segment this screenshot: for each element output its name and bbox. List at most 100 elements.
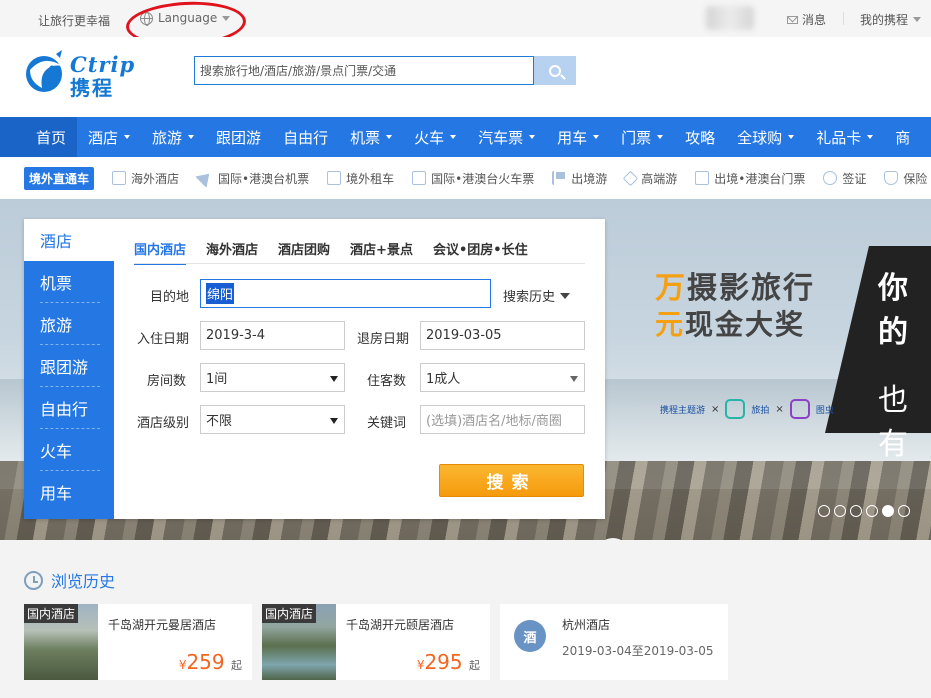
messages-link[interactable]: 消息	[787, 11, 826, 28]
sub-nav-item[interactable]: 出境•港澳台门票	[695, 170, 805, 187]
sub-nav-label: 国际•港澳台火车票	[431, 171, 535, 186]
brand-tuchong: 图虫	[815, 405, 834, 416]
hotel-name: 千岛湖开元曼居酒店	[108, 618, 217, 632]
carousel-dot[interactable]	[898, 505, 910, 517]
side-tab[interactable]: 酒店	[24, 219, 114, 261]
flag-icon	[552, 171, 567, 185]
chevron-down-icon	[560, 292, 571, 299]
side-tab[interactable]: 火车	[24, 429, 114, 471]
hotel-tab[interactable]: 海外酒店	[206, 239, 258, 265]
main-nav-label: 跟团游	[216, 128, 262, 147]
checkin-field[interactable]: 2019-3-4	[200, 321, 345, 350]
hotel-name: 千岛湖开元颐居酒店	[346, 618, 455, 632]
sub-nav: 境外直通车 海外酒店 国际•港澳台机票 境外租车 国际•港澳台火车票 出境游 高端游 出境•…	[0, 157, 931, 199]
dropdown-arrow-icon	[330, 376, 338, 382]
clock-icon	[24, 570, 43, 590]
main-nav-item[interactable]: 礼品卡	[805, 117, 884, 157]
chevron-down-icon	[124, 135, 131, 139]
sub-nav-label: 签证	[842, 171, 867, 186]
side-tab[interactable]: 旅游	[24, 303, 114, 345]
main-nav-item[interactable]: 酒店	[77, 117, 141, 157]
chevron-down-icon	[867, 135, 874, 139]
carousel-dot[interactable]	[850, 505, 862, 517]
ctrip-logo[interactable]: Ctrip 携程	[22, 46, 147, 100]
sub-nav-item[interactable]: 境外租车	[327, 170, 394, 187]
side-tab[interactable]: 用车	[24, 471, 114, 513]
side-tab[interactable]: 自由行	[24, 387, 114, 429]
search-button[interactable]	[534, 56, 576, 85]
main-nav-label: 全球购	[737, 128, 783, 147]
divider	[134, 263, 585, 264]
brand-separator: ×	[711, 403, 720, 415]
hotel-tab[interactable]: 酒店+景点	[350, 239, 413, 265]
browse-history-label: 浏览历史	[51, 572, 116, 591]
main-nav-item[interactable]: 自由行	[272, 117, 339, 157]
dropdown-arrow-icon	[330, 418, 338, 424]
main-nav-item[interactable]: 跟团游	[205, 117, 272, 157]
side-tab[interactable]: 跟团游	[24, 345, 114, 387]
blurred-username[interactable]	[706, 6, 754, 30]
sub-nav-item[interactable]: 高端游	[622, 170, 677, 187]
carousel-dot[interactable]	[834, 505, 846, 517]
hotel-tab[interactable]: 国内酒店	[134, 239, 187, 265]
sub-nav-item[interactable]: 国际•港澳台机票	[195, 168, 309, 188]
guests-select[interactable]: 1成人	[420, 363, 585, 392]
history-card[interactable]: 国内酒店 千岛湖开元颐居酒店 ¥295 起	[262, 604, 490, 680]
chevron-down-icon	[188, 135, 195, 139]
side-tab[interactable]: 机票	[24, 261, 114, 303]
brand-ctrip: 携程主题游	[660, 405, 706, 416]
main-nav-item[interactable]: 旅游	[141, 117, 205, 157]
main-nav-item[interactable]: 火车	[403, 117, 467, 157]
carousel-dots	[818, 505, 910, 517]
hotel-tab[interactable]: 会议•团房•长住	[433, 239, 528, 265]
carousel-dot[interactable]	[818, 505, 830, 517]
guests-value: 1成人	[426, 372, 461, 387]
main-nav-item[interactable]: 用车	[546, 117, 610, 157]
search-input[interactable]	[195, 57, 533, 84]
rooms-value: 1间	[206, 372, 228, 387]
sub-nav-item[interactable]: 海外酒店	[112, 170, 179, 187]
destination-field[interactable]: 绵阳	[200, 279, 491, 308]
main-nav-item[interactable]: 门票	[610, 117, 674, 157]
carousel-dot[interactable]	[866, 505, 878, 517]
hotel-level-value: 不限	[206, 414, 233, 429]
main-nav-label: 门票	[621, 128, 652, 147]
divider	[843, 12, 844, 25]
hotel-search-button[interactable]: 搜索	[439, 464, 584, 497]
main-nav-label: 商	[895, 128, 911, 147]
sub-nav-item[interactable]: 出境游	[552, 170, 607, 187]
header: Ctrip 携程	[0, 37, 931, 117]
sub-nav-item[interactable]: 签证	[823, 170, 866, 187]
chevron-down-icon	[450, 135, 457, 139]
chevron-down-icon	[593, 135, 600, 139]
browse-history-title: 浏览历史	[24, 568, 115, 592]
main-nav-item[interactable]: 攻略	[674, 117, 726, 157]
main-nav-item[interactable]: 商	[884, 117, 921, 157]
keyword-input[interactable]: (选填)酒店名/地标/商圈	[420, 405, 585, 434]
overseas-badge[interactable]: 境外直通车	[24, 166, 95, 190]
main-nav-item[interactable]: 首页	[0, 117, 78, 157]
main-nav-label: 礼品卡	[816, 128, 862, 147]
rooms-select[interactable]: 1间	[200, 363, 345, 392]
hotel-level-select[interactable]: 不限	[200, 405, 345, 434]
search-history-link[interactable]: 搜索历史	[503, 286, 571, 305]
checkout-field[interactable]: 2019-03-05	[420, 321, 585, 350]
city-hotel-name: 杭州酒店	[562, 618, 611, 632]
main-nav-label: 机票	[350, 128, 381, 147]
card-tag: 国内酒店	[24, 604, 79, 623]
my-ctrip-menu[interactable]: 我的携程	[860, 11, 922, 28]
main-nav-item[interactable]: 全球购	[726, 117, 805, 157]
hotel-type-tabs: 国内酒店 海外酒店 酒店团购 酒店+景点 会议•团房•长住	[134, 239, 528, 265]
history-city-card[interactable]: 酒 杭州酒店 2019-03-04至2019-03-05	[500, 604, 728, 680]
sub-nav-item[interactable]: 国际•港澳台火车票	[412, 170, 534, 187]
brand-lvpai: 旅拍	[751, 405, 770, 416]
carousel-dot-active[interactable]	[882, 505, 894, 517]
history-card[interactable]: 国内酒店 千岛湖开元曼居酒店 ¥259 起	[24, 604, 252, 680]
language-selector[interactable]: Language	[140, 11, 231, 26]
sub-nav-item[interactable]: 保险	[884, 170, 927, 187]
main-nav-label: 汽车票	[478, 128, 524, 147]
main-nav-item[interactable]: 机票	[339, 117, 403, 157]
hotel-tab[interactable]: 酒店团购	[278, 239, 330, 265]
main-nav-item[interactable]: 汽车票	[467, 117, 546, 157]
main-nav-label: 酒店	[88, 128, 119, 147]
